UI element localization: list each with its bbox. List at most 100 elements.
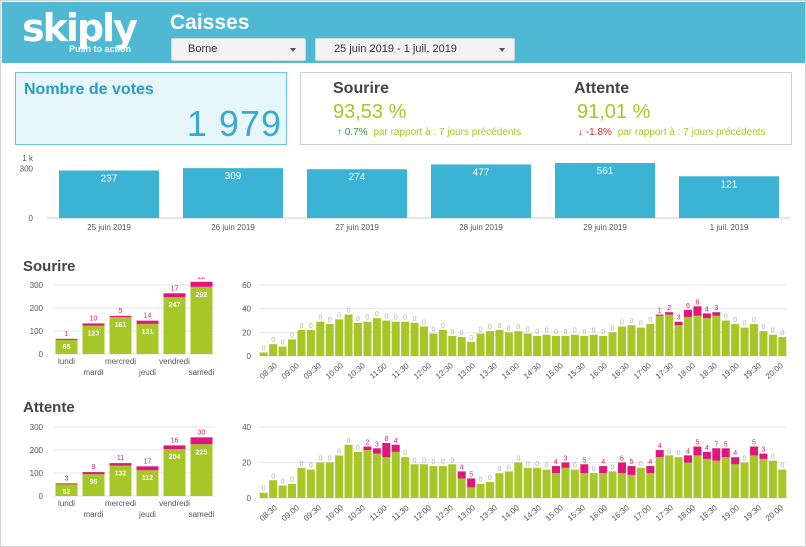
attente-section-title: Attente [23, 399, 75, 416]
negative-value-label: 0 [526, 327, 530, 334]
negative-bar [683, 455, 693, 463]
positive-bar [269, 480, 278, 498]
x-tick-label: 13:30 [478, 503, 500, 523]
negative-bar [693, 446, 702, 456]
negative-value-label: 0 [347, 438, 351, 445]
attente-delta-value: -1.8% [585, 127, 612, 138]
negative-value-label: 4 [705, 445, 709, 452]
positive-bar [391, 321, 400, 356]
x-tick-label: 15:00 [544, 361, 566, 381]
negative-value-label: 16 [171, 437, 179, 444]
positive-bar [353, 322, 363, 356]
date-range-dropdown[interactable]: 25 juin 2019 - 1 juil. 2019 [315, 38, 515, 61]
y-tick-label: 300 [20, 164, 34, 173]
attente-comparison-text: par rapport à : 7 jours précédents [617, 127, 766, 138]
negative-bar [109, 315, 132, 317]
sourire-kpi-delta: ↑ 0.7% par rapport à : 7 jours précédent… [337, 127, 521, 138]
negative-value-label: 4 [460, 464, 464, 471]
positive-value-label: 204 [169, 454, 181, 461]
positive-bar [599, 335, 608, 356]
x-tick-label: 19:30 [742, 361, 764, 381]
positive-bar [344, 314, 353, 356]
daily-bar-value: 561 [597, 166, 614, 177]
positive-bar [731, 324, 740, 356]
x-tick-label: 12:00 [412, 361, 434, 381]
positive-bar [570, 334, 579, 356]
negative-value-label: 0 [677, 450, 681, 457]
x-tick-label: vendredi [159, 499, 190, 508]
negative-value-label: 0 [422, 457, 426, 464]
negative-value-label: 0 [535, 461, 539, 468]
positive-bar [410, 322, 419, 356]
x-tick-label: 13:00 [456, 361, 478, 381]
positive-bar [533, 467, 542, 498]
negative-value-label: 0 [318, 456, 322, 463]
positive-bar [683, 316, 693, 356]
positive-bar [504, 471, 513, 498]
borne-dropdown[interactable]: Borne [171, 38, 306, 61]
x-tick-label: 15:30 [566, 361, 588, 381]
y-tick-label: 0 [39, 492, 44, 501]
negative-value-label: 0 [545, 463, 549, 470]
negative-value-label: 0 [733, 317, 737, 324]
negative-value-label: 0 [592, 328, 596, 335]
negative-value-label: 3 [563, 456, 567, 463]
positive-value-label: 123 [88, 331, 100, 338]
x-tick-label: jeudi [138, 510, 156, 519]
negative-bar [683, 309, 693, 317]
positive-bar [570, 469, 579, 498]
y-tick-label: 0 [39, 350, 44, 359]
positive-bar [476, 483, 485, 498]
positive-bar [344, 444, 353, 498]
x-tick-label: 17:30 [654, 361, 676, 381]
negative-value-label: 0 [611, 464, 615, 471]
negative-bar [372, 448, 381, 454]
sourire-comparison-text: par rapport à : 7 jours précédents [373, 127, 522, 138]
negative-value-label: 0 [328, 456, 332, 463]
positive-bar [542, 334, 551, 356]
x-tick-label: 13:00 [456, 503, 478, 523]
positive-bar [636, 327, 645, 356]
positive-value-label: 247 [169, 302, 181, 309]
positive-bar [768, 334, 777, 356]
positive-bar [665, 314, 674, 356]
y-tick-label: 20 [242, 328, 251, 337]
negative-value-label: 0 [535, 329, 539, 336]
positive-bar [325, 324, 334, 356]
chevron-down-icon [499, 48, 505, 52]
daily-bar-value: 121 [721, 179, 738, 190]
negative-value-label: 0 [639, 461, 643, 468]
positive-bar [523, 333, 532, 356]
negative-bar [109, 463, 132, 466]
negative-value-label: 0 [507, 325, 511, 332]
negative-bar [55, 338, 78, 340]
positive-value-label: 132 [115, 471, 127, 478]
positive-bar [740, 462, 749, 498]
positive-bar [778, 469, 787, 498]
x-tick-label: 10:30 [346, 361, 368, 381]
positive-bar [306, 329, 315, 356]
x-tick-label: 16:00 [588, 503, 610, 523]
positive-bar [542, 469, 551, 498]
negative-value-label: 0 [620, 319, 624, 326]
negative-value-label: 0 [592, 466, 596, 473]
x-tick-label: 27 juin 2019 [335, 223, 379, 232]
chevron-down-icon [290, 48, 296, 52]
negative-value-label: 4 [733, 450, 737, 457]
dashboard-frame: skiply Push to action Caisses Borne 25 j… [0, 0, 806, 547]
positive-bar [259, 492, 268, 498]
positive-bar [353, 451, 363, 498]
negative-value-label: 0 [771, 454, 775, 461]
positive-bar [504, 332, 513, 356]
positive-bar [457, 478, 466, 498]
positive-bar [523, 467, 532, 498]
negative-value-label: 4 [554, 459, 558, 466]
negative-value-label: 0 [516, 456, 520, 463]
negative-value-label: 1 [658, 308, 662, 315]
negative-value-label: 0 [394, 315, 398, 322]
negative-value-label: 0 [450, 457, 454, 464]
x-tick-label: 17:00 [632, 503, 654, 523]
negative-value-label: 0 [582, 329, 586, 336]
logo-tagline: Push to action [69, 44, 132, 54]
negative-value-label: 0 [611, 325, 615, 332]
